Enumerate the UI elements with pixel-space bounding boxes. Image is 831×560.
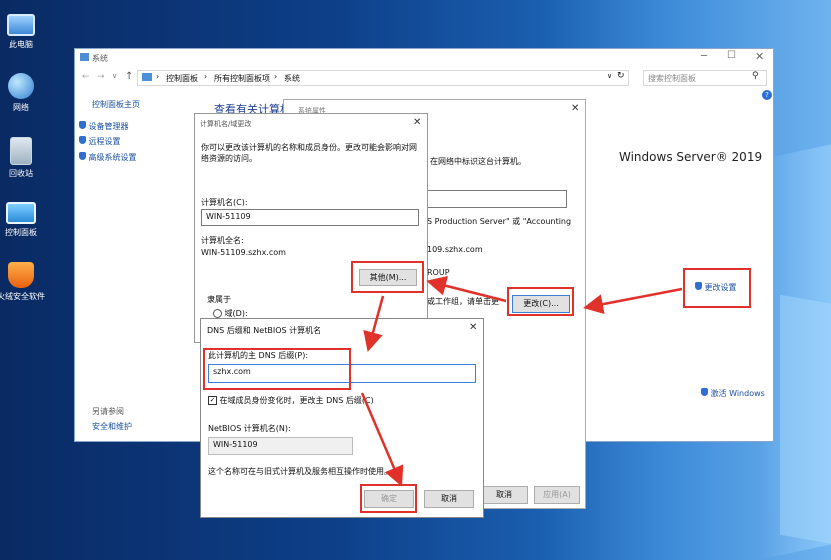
arrow-to-ok-button <box>360 392 404 487</box>
arrow-to-dns-suffix <box>363 295 385 352</box>
arrow-to-more-button <box>426 275 507 303</box>
annotation-arrows <box>360 275 683 487</box>
arrow-to-change-button <box>583 287 683 315</box>
